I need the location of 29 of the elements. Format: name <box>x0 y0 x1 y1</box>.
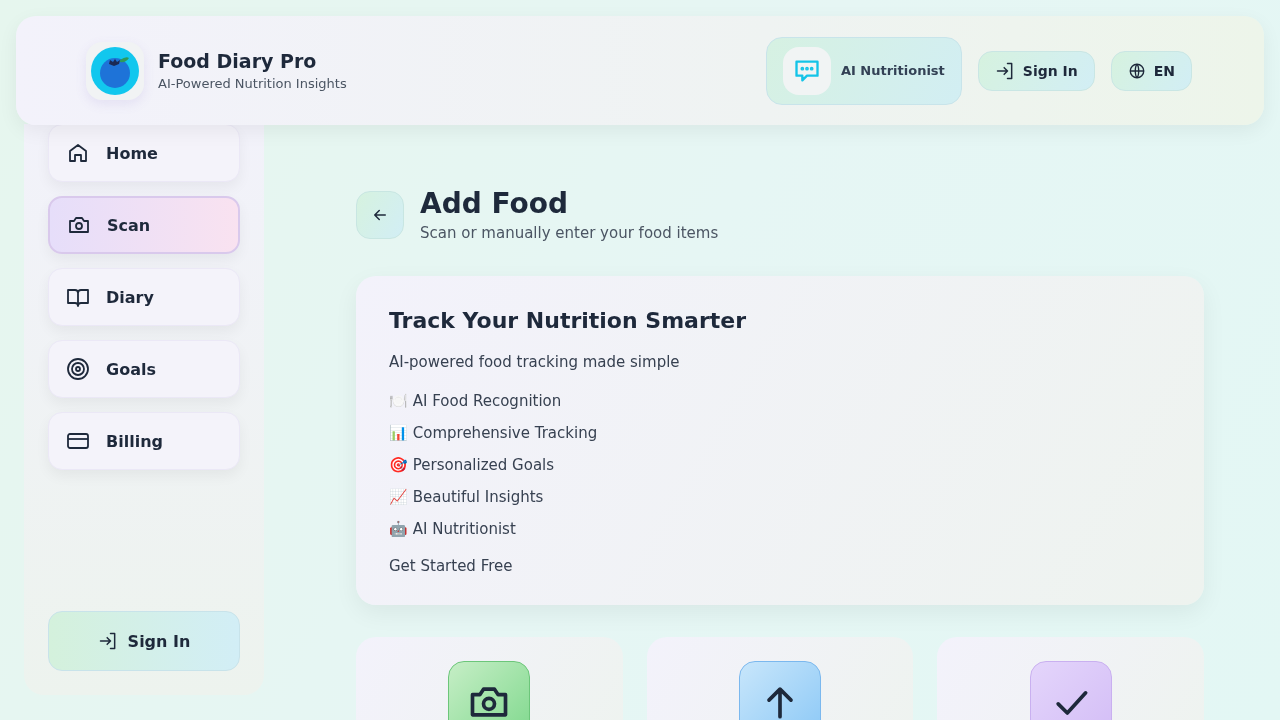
sidebar-item[interactable]: Diary <box>48 268 240 326</box>
sign-in-icon <box>994 60 1015 81</box>
chat-bubble-icon <box>782 46 831 95</box>
promo-title: Track Your Nutrition Smarter <box>389 308 748 333</box>
feature-item: 🤖 AI Nutritionist <box>389 519 517 540</box>
target-icon <box>66 357 90 381</box>
promo-intro: AI-powered food tracking made simple <box>389 353 681 371</box>
sign-in-button[interactable]: Sign In <box>977 50 1095 91</box>
sidebar-item[interactable]: Goals <box>48 340 240 398</box>
app-tagline: AI-Powered Nutrition Insights <box>158 76 347 91</box>
language-button[interactable]: EN <box>1110 50 1192 91</box>
feature-item: 🍽 AI Food Recognition <box>389 391 563 412</box>
feature-item: 🎯 Personalized Goals <box>389 455 556 476</box>
home-icon <box>66 141 90 165</box>
globe-icon <box>1127 61 1146 80</box>
page-subtitle: Scan or manually enter your food items <box>420 224 719 242</box>
page-title: Add Food <box>420 187 569 220</box>
sign-in-icon <box>97 631 118 651</box>
sidebar-item[interactable]: Billing <box>48 412 240 470</box>
get-started-link[interactable]: Get Started Free <box>389 557 1171 575</box>
app-name: Food Diary Pro <box>158 50 318 72</box>
sidebar-sign-in-button[interactable]: Sign In <box>48 611 240 671</box>
feature-item: 📈 Beautiful Insights <box>389 487 545 508</box>
blueberry-logo-icon <box>86 41 144 100</box>
sidebar-item[interactable]: Home <box>48 124 240 182</box>
sidebar-item[interactable]: Scan <box>48 196 240 254</box>
feature-item: 📊 Comprehensive Tracking <box>389 423 599 444</box>
back-button[interactable] <box>356 190 404 239</box>
ai-nutritionist-button[interactable]: AI Nutritionist <box>765 36 962 105</box>
